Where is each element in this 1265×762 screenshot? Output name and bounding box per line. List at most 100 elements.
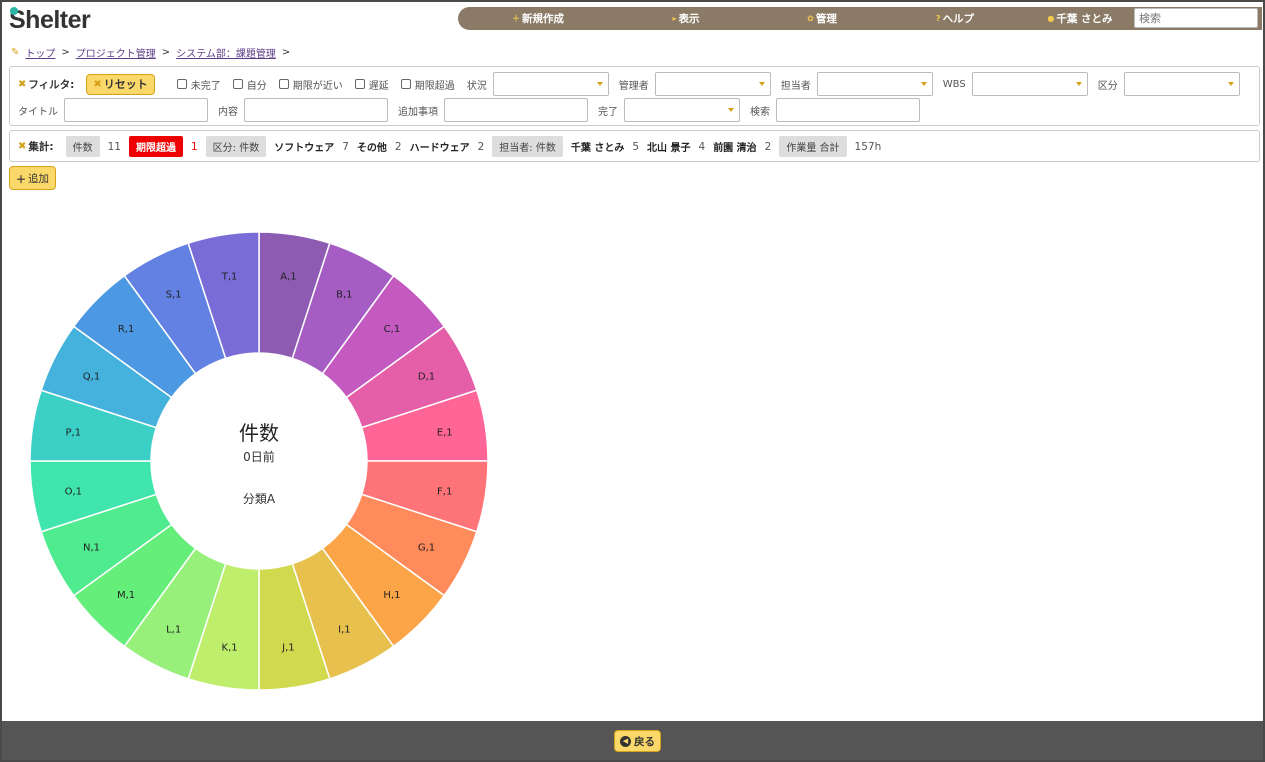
nav-help[interactable]: ? ヘルプ bbox=[890, 7, 1020, 30]
donut-chart: A,1 B,1 C,1 D,1 E,1 F,1 G,1 H,1 I,1 J,1 K,1 L,1 M,1 N… bbox=[29, 231, 489, 691]
extra-label: 追加事項 bbox=[398, 106, 438, 118]
logo-text: Shelter bbox=[9, 5, 91, 34]
close-icon: ✖ bbox=[93, 78, 102, 90]
category-other: その他 bbox=[356, 143, 387, 154]
search-input[interactable] bbox=[1134, 8, 1258, 28]
assignee-select[interactable] bbox=[816, 72, 933, 96]
reset-label: リセット bbox=[103, 78, 148, 91]
filter-label: フィルタ: bbox=[28, 78, 75, 91]
nav-view-label: 表示 bbox=[678, 13, 700, 25]
breadcrumb: ✎ トップ > プロジェクト管理 > システム部：課題管理 > bbox=[11, 45, 290, 60]
category-select[interactable] bbox=[1123, 72, 1240, 96]
assignee-maezono-value: 2 bbox=[764, 140, 772, 153]
summary-panel: ✖ 集計: 件数 11 期限超過 1 区分: 件数 ソフトウェア 7 その他 2… bbox=[9, 130, 1260, 162]
filter-panel: ✖ フィルタ: ✖ リセット 未完了 自分 期限が近い 遅延 期限超過 状況 管… bbox=[9, 66, 1260, 126]
breadcrumb-project[interactable]: プロジェクト管理 bbox=[76, 45, 156, 60]
slice-label-T: T,1 bbox=[221, 271, 238, 282]
nav-admin[interactable]: ✿ 管理 bbox=[754, 7, 890, 30]
slice-label-F: F,1 bbox=[437, 486, 452, 497]
slice-label-O: O,1 bbox=[65, 486, 82, 497]
category-software: ソフトウェア bbox=[274, 143, 335, 154]
gear-icon: ✿ bbox=[807, 14, 814, 23]
content-label: 内容 bbox=[218, 106, 238, 118]
checkbox-overdue[interactable]: 期限超過 bbox=[400, 77, 455, 92]
overdue-chip[interactable]: 期限超過 bbox=[128, 136, 183, 157]
slice-label-M: M,1 bbox=[117, 590, 135, 601]
nav-view[interactable]: ▸ 表示 bbox=[618, 7, 754, 30]
count-value: 11 bbox=[107, 140, 121, 153]
slice-label-D: D,1 bbox=[418, 372, 435, 383]
assignee-maezono: 前園 清治 bbox=[713, 143, 757, 154]
assignee-label: 担当者 bbox=[780, 80, 811, 92]
category-hardware: ハードウェア bbox=[409, 143, 470, 154]
nav-new-label: 新規作成 bbox=[522, 13, 564, 25]
slice-label-L: L,1 bbox=[166, 625, 181, 636]
title-input[interactable] bbox=[64, 98, 208, 122]
category-chip[interactable]: 区分: 件数 bbox=[205, 136, 267, 157]
back-label: 戻る bbox=[634, 735, 655, 748]
breadcrumb-issues[interactable]: システム部：課題管理 bbox=[176, 45, 276, 60]
breadcrumb-separator: > bbox=[161, 47, 171, 58]
checkbox-mine[interactable]: 自分 bbox=[232, 77, 267, 92]
pencil-icon: ✎ bbox=[11, 47, 20, 58]
count-chip[interactable]: 件数 bbox=[65, 136, 100, 157]
add-button[interactable]: ＋ 追加 bbox=[9, 166, 56, 190]
content-input[interactable] bbox=[244, 98, 388, 122]
assignee-kitayama: 北山 景子 bbox=[647, 143, 691, 154]
chart-center-title: 件数 bbox=[239, 421, 279, 445]
category-label: 区分 bbox=[1097, 80, 1118, 92]
logo-dot-icon bbox=[10, 7, 18, 15]
slice-label-K: K,1 bbox=[222, 643, 238, 654]
assignee-chiba: 千葉 さとみ bbox=[570, 143, 625, 154]
nav-help-label: ヘルプ bbox=[942, 13, 975, 25]
plus-icon: ＋ bbox=[16, 174, 26, 186]
breadcrumb-separator: > bbox=[281, 47, 291, 58]
chart-center-caption: 分類A bbox=[243, 492, 276, 506]
assignee-kitayama-value: 4 bbox=[698, 140, 706, 153]
slice-label-B: B,1 bbox=[336, 289, 352, 300]
checkbox-incomplete[interactable]: 未完了 bbox=[176, 77, 221, 92]
close-icon[interactable]: ✖ bbox=[18, 79, 26, 90]
nav-new[interactable]: ＋ 新規作成 bbox=[458, 7, 618, 30]
nav-user[interactable]: ● 千葉 さとみ bbox=[1020, 7, 1140, 30]
extra-input[interactable] bbox=[444, 98, 588, 122]
wbs-select[interactable] bbox=[971, 72, 1088, 96]
assignee-chip[interactable]: 担当者: 件数 bbox=[492, 136, 563, 157]
triangle-right-icon: ▸ bbox=[672, 14, 677, 23]
slice-label-R: R,1 bbox=[118, 324, 135, 335]
slice-label-A: A,1 bbox=[280, 271, 296, 282]
title-label: タイトル bbox=[18, 106, 58, 118]
footer-bar: ◀ 戻る bbox=[2, 721, 1263, 760]
hours-chip[interactable]: 作業量 合計 bbox=[779, 136, 847, 157]
checkbox-delayed[interactable]: 遅延 bbox=[354, 77, 389, 92]
category-other-value: 2 bbox=[394, 140, 402, 153]
breadcrumb-top[interactable]: トップ bbox=[25, 45, 55, 60]
status-select[interactable] bbox=[492, 72, 609, 96]
slice-label-Q: Q,1 bbox=[83, 372, 100, 383]
close-icon[interactable]: ✖ bbox=[18, 141, 26, 152]
slice-label-J: J,1 bbox=[281, 643, 295, 654]
slice-label-I: I,1 bbox=[338, 625, 351, 636]
add-label: 追加 bbox=[28, 172, 49, 185]
category-software-value: 7 bbox=[342, 140, 349, 153]
summary-label: 集計: bbox=[28, 141, 54, 153]
category-hardware-value: 2 bbox=[477, 140, 485, 153]
app-logo[interactable]: Shelter bbox=[9, 5, 91, 35]
manager-select[interactable] bbox=[654, 72, 771, 96]
checkbox-due-soon[interactable]: 期限が近い bbox=[278, 77, 343, 92]
back-arrow-icon: ◀ bbox=[620, 735, 631, 747]
slice-label-H: H,1 bbox=[383, 590, 400, 601]
keyword-input[interactable] bbox=[776, 98, 920, 122]
plus-icon: ＋ bbox=[512, 14, 520, 23]
hours-value: 157h bbox=[854, 140, 882, 153]
wbs-label: WBS bbox=[942, 78, 966, 90]
done-label: 完了 bbox=[598, 106, 618, 118]
breadcrumb-separator: > bbox=[61, 47, 70, 58]
back-button[interactable]: ◀ 戻る bbox=[614, 730, 661, 752]
reset-button[interactable]: ✖ リセット bbox=[86, 73, 155, 95]
chart-center-subtitle: 0日前 bbox=[243, 449, 275, 464]
done-select[interactable] bbox=[624, 98, 740, 122]
manager-label: 管理者 bbox=[618, 80, 649, 92]
status-label: 状況 bbox=[466, 80, 487, 92]
slice-label-E: E,1 bbox=[437, 428, 453, 439]
